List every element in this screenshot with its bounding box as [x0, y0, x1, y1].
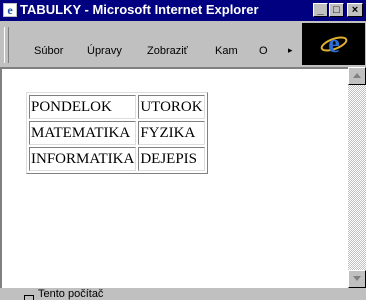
computer-icon: [24, 291, 34, 300]
scroll-down-button[interactable]: [348, 270, 366, 288]
page-viewport[interactable]: PONDELOK UTOROK MATEMATIKA FYZIKA INFORMATIK…: [0, 67, 348, 288]
status-text: Tento počítač: [38, 288, 104, 300]
menu-upravy[interactable]: Úpravy: [87, 45, 122, 57]
arrow-down-icon: [353, 276, 361, 281]
vertical-scrollbar[interactable]: [348, 67, 366, 288]
svg-text:e: e: [7, 3, 13, 17]
title-bar[interactable]: e TABULKY - Microsoft Internet Explorer …: [0, 0, 366, 21]
table-cell: INFORMATIKA: [29, 147, 137, 171]
browser-window: e TABULKY - Microsoft Internet Explorer …: [0, 0, 366, 300]
scroll-up-button[interactable]: [348, 67, 366, 85]
status-bar: Tento počítač: [0, 288, 366, 300]
toolbar-grip[interactable]: [4, 27, 9, 63]
arrow-up-icon: [353, 73, 361, 78]
table-cell: MATEMATIKA: [29, 121, 137, 145]
table-row: MATEMATIKA FYZIKA: [29, 121, 205, 145]
close-button[interactable]: ×: [347, 3, 363, 17]
ie-icon: e: [3, 3, 17, 17]
ie-logo: e: [302, 23, 365, 65]
menu-bar: Súbor Úpravy Zobraziť Kam O ▸ e: [0, 23, 366, 67]
menu-subor[interactable]: Súbor: [34, 45, 63, 57]
ie-logo-icon: e: [320, 31, 348, 57]
menu-more-chevron-icon[interactable]: ▸: [288, 45, 293, 56]
table-cell: DEJEPIS: [138, 147, 205, 171]
menu-oblubene[interactable]: O: [259, 45, 268, 57]
table-row: PONDELOK UTOROK: [29, 95, 205, 119]
table-cell: FYZIKA: [138, 121, 205, 145]
window-title: TABULKY - Microsoft Internet Explorer: [20, 2, 259, 17]
minimize-button[interactable]: _: [313, 3, 328, 17]
table-cell: PONDELOK: [29, 95, 137, 119]
table-cell: UTOROK: [138, 95, 205, 119]
menu-zobrazit[interactable]: Zobraziť: [147, 45, 188, 57]
table-row: INFORMATIKA DEJEPIS: [29, 147, 205, 171]
maximize-button[interactable]: □: [329, 3, 344, 17]
svg-text:e: e: [328, 31, 340, 57]
timetable: PONDELOK UTOROK MATEMATIKA FYZIKA INFORMATIK…: [26, 92, 208, 174]
menu-kam[interactable]: Kam: [215, 45, 238, 57]
